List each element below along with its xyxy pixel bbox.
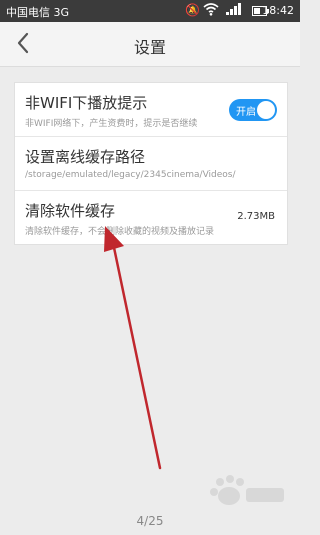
annotation-arrow — [104, 226, 162, 470]
watermark-logo — [210, 475, 284, 505]
page-indicator: 4/25 — [136, 514, 164, 528]
